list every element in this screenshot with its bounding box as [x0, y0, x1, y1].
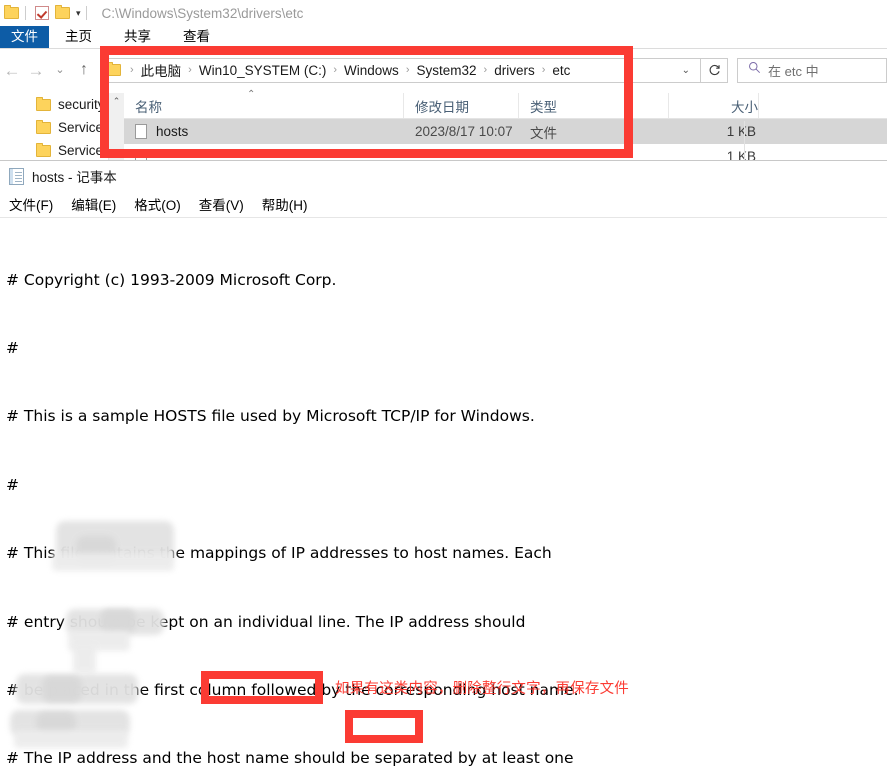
breadcrumb-system32[interactable]: System32 — [415, 63, 477, 78]
text-line: # — [6, 475, 19, 494]
ribbon-divider — [0, 48, 887, 49]
column-header-name[interactable]: 名称 ⌃ — [124, 89, 404, 118]
redaction-blur — [52, 553, 174, 571]
text-line: # Copyright (c) 1993-2009 Microsoft Corp… — [6, 270, 337, 289]
folder-icon-2[interactable] — [55, 5, 71, 21]
chevron-down-icon[interactable]: ▾ — [76, 8, 81, 18]
cell-name-label: hosts — [156, 124, 189, 139]
tree-item-label: security — [58, 97, 105, 112]
chevron-down-icon-address[interactable]: ⌄ — [672, 65, 700, 76]
folder-icon — [36, 96, 51, 111]
tree-item-services[interactable]: ServiceS — [0, 139, 113, 162]
address-bar[interactable]: › 此电脑 › Win10_SYSTEM (C:) › Windows › Sy… — [102, 57, 701, 83]
file-list: 名称 ⌃ 修改日期 类型 大小 hosts 2023/8/17 10:07 文件… — [124, 89, 887, 168]
redaction-blur — [14, 730, 128, 748]
menu-file[interactable]: 文件(F) — [9, 194, 53, 214]
back-button[interactable]: ← — [0, 62, 24, 79]
tree-item-label: ServiceS — [58, 143, 113, 158]
text-line: # — [6, 338, 19, 357]
folder-icon — [36, 119, 51, 134]
cell-date: 2023/8/17 10:07 — [415, 124, 513, 139]
cell-name: hosts — [124, 119, 404, 144]
tab-home[interactable]: 主页 — [49, 26, 108, 48]
toolbar-divider — [25, 6, 26, 20]
tree-item-security[interactable]: security — [0, 93, 110, 116]
chevron-up-icon[interactable]: ⌃ — [113, 96, 121, 168]
file-icon — [135, 124, 147, 139]
text-line: # The IP address and the host name shoul… — [6, 749, 574, 768]
refresh-button[interactable] — [701, 57, 728, 83]
quick-access-toolbar: ▾ C:\Windows\System32\drivers\etc — [0, 0, 887, 26]
notepad-title-bar: hosts - 记事本 — [0, 161, 887, 191]
breadcrumb-drive[interactable]: Win10_SYSTEM (C:) — [198, 63, 328, 78]
redaction-blur — [42, 676, 82, 702]
table-row[interactable]: hosts 2023/8/17 10:07 文件 1 KB — [124, 119, 887, 144]
tab-view[interactable]: 查看 — [167, 26, 226, 48]
menu-format[interactable]: 格式(O) — [134, 194, 181, 214]
recent-locations-button[interactable]: ⌄ — [48, 64, 72, 76]
tab-file[interactable]: 文件 — [0, 26, 49, 48]
navigation-bar: ← → ⌄ ↑ › 此电脑 › Win10_SYSTEM (C:) › Wind… — [0, 52, 887, 88]
text-line: # This is a sample HOSTS file used by Mi… — [6, 407, 535, 426]
breadcrumb-separator: › — [405, 64, 410, 76]
breadcrumb-separator: › — [541, 64, 546, 76]
cell-size: 1 KB — [726, 124, 756, 139]
column-header-name-label: 名称 — [135, 99, 162, 115]
redaction-blur — [73, 645, 96, 673]
file-explorer-window: ▾ C:\Windows\System32\drivers\etc 文件 主页 … — [0, 0, 887, 168]
tree-item-servicep[interactable]: ServiceP — [0, 116, 113, 139]
checkbox-checked-icon[interactable] — [35, 5, 51, 21]
navigation-pane: security ServiceP ServiceS — [0, 93, 113, 168]
ribbon-tabs: 文件 主页 共享 查看 — [0, 26, 887, 48]
menu-view[interactable]: 查看(V) — [199, 194, 244, 214]
notepad-menu-bar: 文件(F) 编辑(E) 格式(O) 查看(V) 帮助(H) — [0, 191, 887, 218]
column-header-type[interactable]: 类型 — [519, 93, 669, 118]
column-header-size[interactable]: 大小 — [669, 93, 759, 118]
column-header-date[interactable]: 修改日期 — [404, 93, 519, 118]
window-path-caption: C:\Windows\System32\drivers\etc — [101, 5, 304, 21]
breadcrumb-separator: › — [333, 64, 338, 76]
breadcrumb-separator: › — [483, 64, 488, 76]
menu-help[interactable]: 帮助(H) — [262, 194, 308, 214]
redaction-blur — [100, 609, 136, 633]
refresh-icon — [709, 64, 720, 75]
breadcrumb-separator: › — [130, 64, 134, 76]
up-button[interactable]: ↑ — [72, 62, 96, 78]
notepad-title-text: hosts - 记事本 — [32, 170, 117, 185]
tree-item-label: ServiceP — [58, 120, 113, 135]
column-divider — [744, 121, 745, 161]
breadcrumb-separator: › — [188, 64, 192, 76]
file-list-header: 名称 ⌃ 修改日期 类型 大小 — [124, 89, 887, 119]
toolbar-divider-2 — [85, 6, 87, 20]
search-icon — [748, 61, 761, 79]
breadcrumb-this-pc[interactable]: 此电脑 — [140, 60, 183, 80]
cell-type: 文件 — [530, 125, 557, 141]
search-placeholder: 在 etc 中 — [768, 63, 819, 79]
menu-edit[interactable]: 编辑(E) — [71, 194, 116, 214]
breadcrumb-drivers[interactable]: drivers — [493, 63, 536, 78]
breadcrumb-etc[interactable]: etc — [551, 63, 571, 78]
annotation-note-text: 如果有这类内容，删除整行文字，再保存文件 — [335, 681, 629, 697]
sort-ascending-icon: ⌃ — [247, 89, 256, 100]
breadcrumb-windows[interactable]: Windows — [343, 63, 400, 78]
navigation-pane-scrollbar[interactable]: ⌃ — [108, 93, 124, 168]
search-box[interactable]: 在 etc 中 — [737, 57, 887, 83]
folder-icon-address — [106, 62, 121, 76]
forward-button[interactable]: → — [24, 62, 48, 79]
folder-icon — [36, 142, 51, 157]
notepad-icon — [9, 167, 24, 185]
folder-icon — [4, 5, 20, 21]
tab-share[interactable]: 共享 — [108, 26, 167, 48]
